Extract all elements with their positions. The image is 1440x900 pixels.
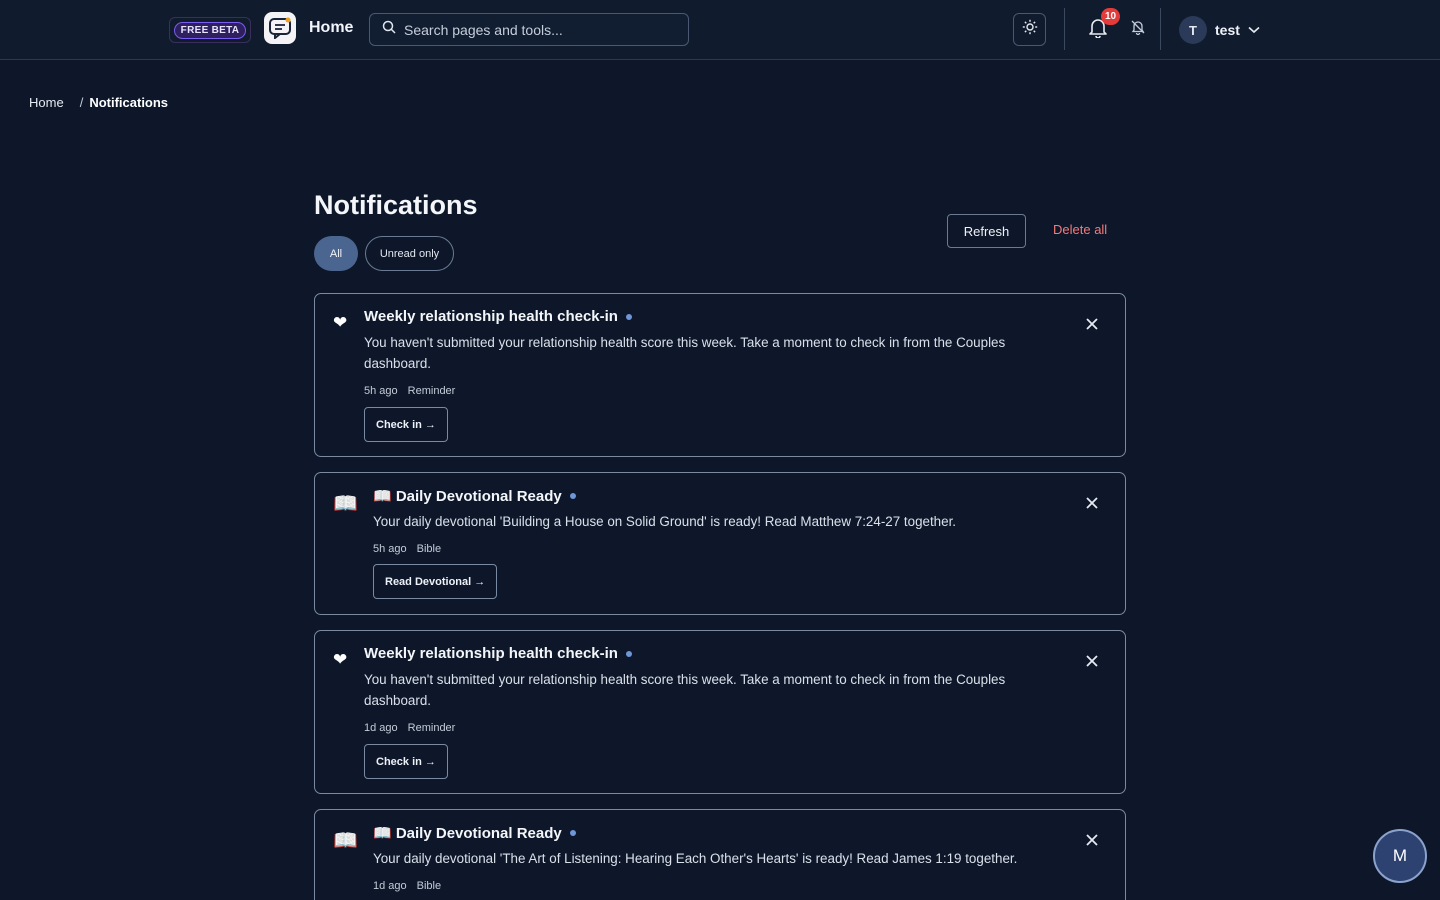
notification-body: You haven't submitted your relationship … xyxy=(364,672,1006,708)
search-box[interactable] xyxy=(369,13,689,46)
notification-time: 5h ago xyxy=(364,385,398,397)
notification-title-text: 📖 Daily Devotional Ready xyxy=(373,488,562,505)
notification-category: Bible xyxy=(416,543,442,555)
unread-dot xyxy=(625,313,632,320)
page-title: Notifications xyxy=(314,190,478,220)
sun-icon xyxy=(1022,19,1038,40)
unread-dot xyxy=(569,493,576,499)
bell-off-icon xyxy=(1130,19,1146,40)
user-name: test xyxy=(1215,22,1240,38)
refresh-button[interactable]: Refresh xyxy=(947,214,1026,248)
close-icon[interactable] xyxy=(1085,496,1099,510)
notification-time: 1d ago xyxy=(364,722,398,734)
check-in-button[interactable]: Check in → xyxy=(364,407,448,442)
breadcrumb-separator: / xyxy=(79,95,84,110)
notification-time: 5h ago xyxy=(373,543,407,555)
beta-badge: FREE BETA xyxy=(169,17,251,43)
notification-body: Your daily devotional 'Building a House … xyxy=(373,514,957,529)
unread-dot xyxy=(625,650,632,657)
theme-toggle-button[interactable] xyxy=(1013,13,1046,46)
notification-meta: 5h ago Bible xyxy=(373,543,441,555)
chevron-down-icon xyxy=(1248,26,1260,34)
notification-title: 📖 Daily Devotional Ready xyxy=(373,487,576,505)
notification-body: Your daily devotional 'The Art of Listen… xyxy=(373,851,1018,866)
breadcrumb-current: Notifications xyxy=(89,95,169,110)
notification-title: 📖 Daily Devotional Ready xyxy=(373,824,576,842)
avatar: T xyxy=(1179,16,1207,44)
notification-title-text: Weekly relationship health check-in xyxy=(364,645,618,662)
close-icon[interactable] xyxy=(1085,654,1099,668)
notification-category: Reminder xyxy=(407,722,456,734)
heart-icon: ❤ xyxy=(333,650,348,669)
notification-count-badge: 10 xyxy=(1101,8,1120,25)
notification-meta: 1d ago Bible xyxy=(373,880,441,892)
filter-unread-button[interactable]: Unread only xyxy=(365,236,454,271)
top-bar: FREE BETA Home Search pages and tools...… xyxy=(0,0,1440,60)
notification-title: Weekly relationship health check-in xyxy=(364,645,632,662)
book-icon: 📖 xyxy=(333,493,358,515)
notification-body: You haven't submitted your relationship … xyxy=(364,335,1006,371)
heart-icon: ❤ xyxy=(333,313,348,332)
notification-card: 📖 📖 Daily Devotional Ready Your daily de… xyxy=(314,809,1126,900)
book-icon: 📖 xyxy=(333,830,358,852)
notification-meta: 5h ago Reminder xyxy=(364,385,455,397)
read-devotional-button[interactable]: Read Devotional → xyxy=(373,564,498,599)
breadcrumb-home[interactable]: Home xyxy=(29,95,64,110)
notification-time: 1d ago xyxy=(373,880,407,892)
notification-card: 📖 📖 Daily Devotional Ready Your daily de… xyxy=(314,472,1126,615)
notification-card: ❤ Weekly relationship health check-in Yo… xyxy=(314,630,1126,794)
filter-all-button[interactable]: All xyxy=(314,236,358,271)
notification-title-text: 📖 Daily Devotional Ready xyxy=(373,825,562,842)
breadcrumb: Home / Notifications xyxy=(29,95,168,110)
notification-category: Reminder xyxy=(407,385,456,397)
home-link[interactable]: Home xyxy=(309,19,353,37)
beta-label: FREE BETA xyxy=(173,21,247,39)
search-input[interactable] xyxy=(404,21,674,38)
close-icon[interactable] xyxy=(1085,317,1099,331)
floating-menu-button[interactable]: M xyxy=(1373,829,1427,883)
divider xyxy=(1064,8,1065,50)
notification-title-text: Weekly relationship health check-in xyxy=(364,308,618,325)
delete-all-button[interactable]: Delete all xyxy=(1053,222,1107,237)
close-icon[interactable] xyxy=(1085,833,1099,847)
mute-notifications-button[interactable] xyxy=(1128,19,1148,39)
app-logo-icon[interactable] xyxy=(264,12,296,44)
check-in-button[interactable]: Check in → xyxy=(364,744,448,779)
user-menu[interactable]: T test xyxy=(1179,15,1260,45)
search-icon xyxy=(382,20,396,39)
divider xyxy=(1160,8,1161,50)
notification-card: ❤ Weekly relationship health check-in Yo… xyxy=(314,293,1126,457)
notification-category: Bible xyxy=(416,880,442,892)
unread-dot xyxy=(569,830,576,836)
notification-meta: 1d ago Reminder xyxy=(364,722,455,734)
notification-title: Weekly relationship health check-in xyxy=(364,308,632,325)
